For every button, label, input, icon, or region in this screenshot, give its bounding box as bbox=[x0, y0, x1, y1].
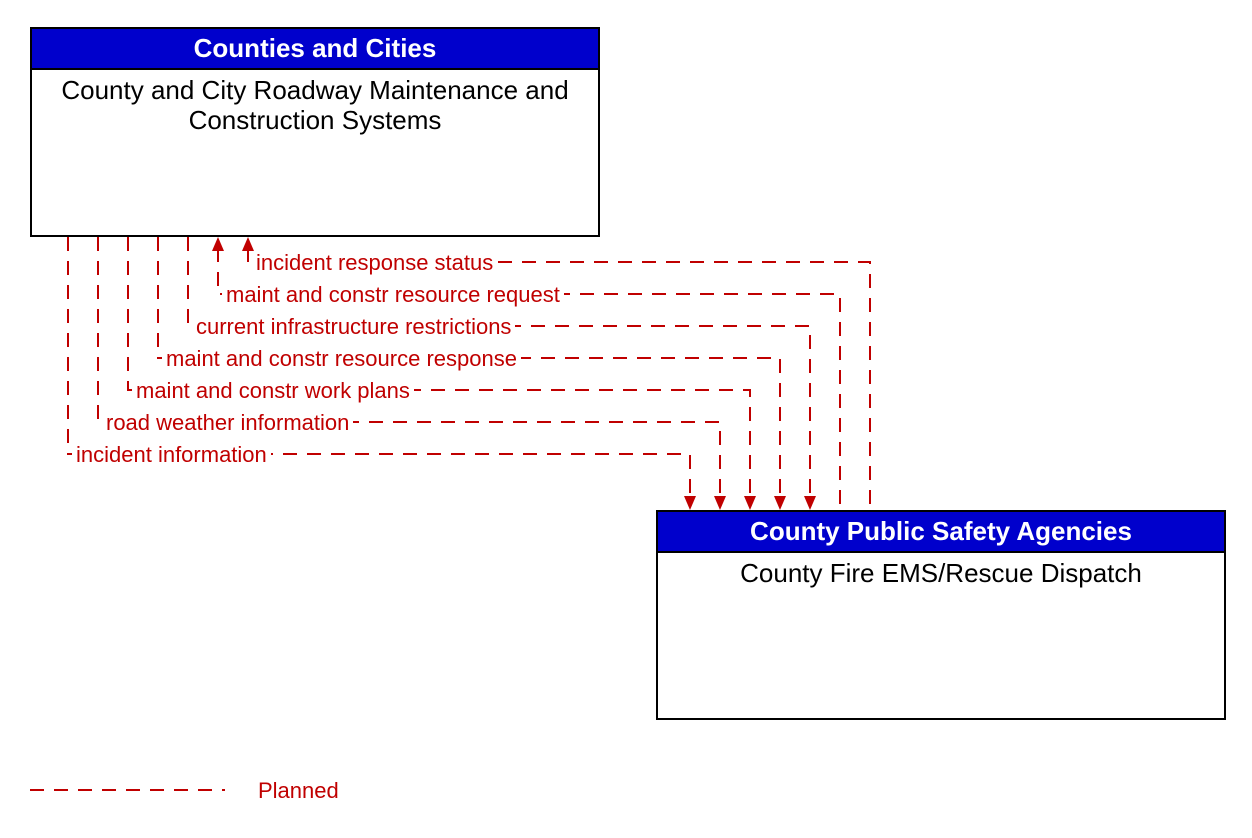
entity-header-top: Counties and Cities bbox=[32, 29, 598, 70]
flow-label-3: maint and constr resource response bbox=[162, 348, 521, 370]
entity-body-bottom: County Fire EMS/Rescue Dispatch bbox=[658, 553, 1224, 595]
entity-box-top: Counties and Cities County and City Road… bbox=[30, 27, 600, 237]
flow-arrow-2 bbox=[804, 496, 816, 510]
flow-label-1: maint and constr resource request bbox=[222, 284, 564, 306]
entity-header-bottom: County Public Safety Agencies bbox=[658, 512, 1224, 553]
flow-arrow-3 bbox=[774, 496, 786, 510]
flow-label-5: road weather information bbox=[102, 412, 353, 434]
flow-arrow-6 bbox=[684, 496, 696, 510]
flow-label-2: current infrastructure restrictions bbox=[192, 316, 515, 338]
flow-label-0: incident response status bbox=[252, 252, 497, 274]
flow-arrow-1 bbox=[212, 237, 224, 251]
flow-arrow-5 bbox=[714, 496, 726, 510]
flow-arrow-0 bbox=[242, 237, 254, 251]
entity-box-bottom: County Public Safety Agencies County Fir… bbox=[656, 510, 1226, 720]
flow-label-4: maint and constr work plans bbox=[132, 380, 414, 402]
flow-label-6: incident information bbox=[72, 444, 271, 466]
entity-body-top: County and City Roadway Maintenance and … bbox=[32, 70, 598, 142]
legend-label: Planned bbox=[258, 778, 339, 804]
flow-arrow-4 bbox=[744, 496, 756, 510]
